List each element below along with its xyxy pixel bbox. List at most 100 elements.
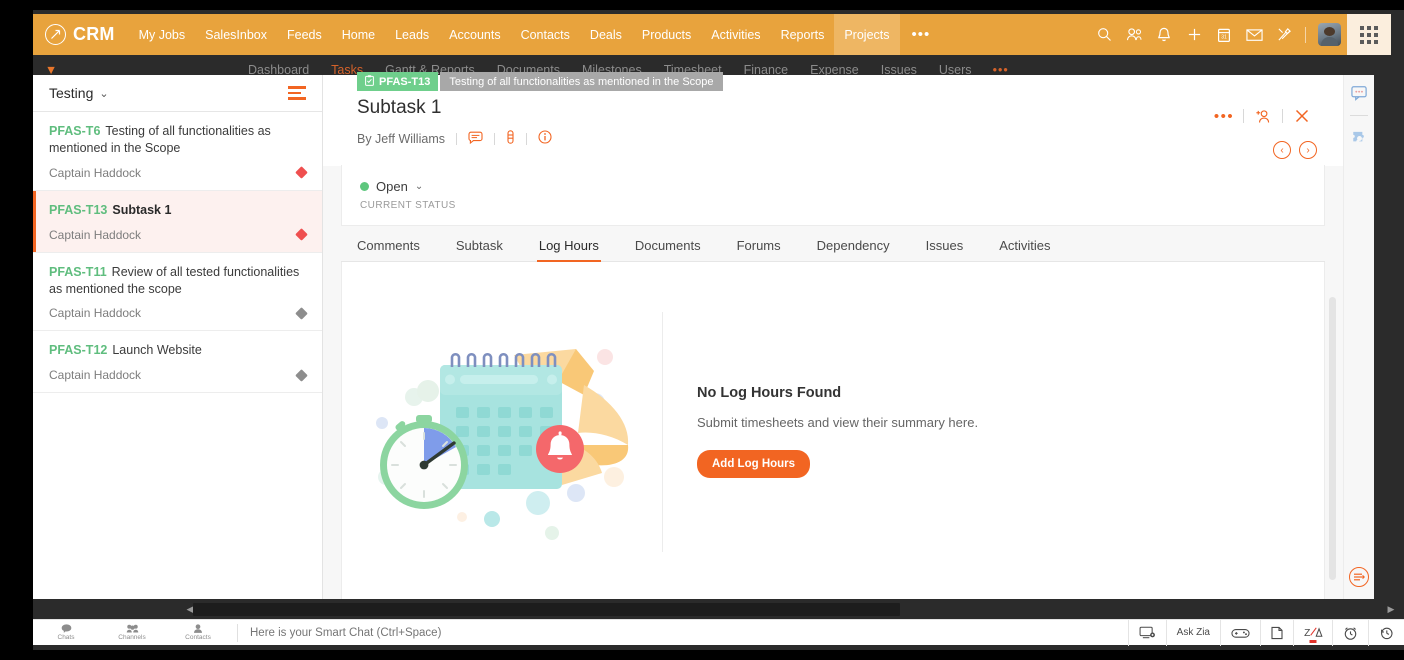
topnav-item-feeds[interactable]: Feeds bbox=[277, 14, 332, 55]
status-row[interactable]: Open ⌄ bbox=[360, 179, 1324, 194]
task-key: PFAS-T13 bbox=[49, 202, 108, 217]
user-avatar[interactable] bbox=[1318, 23, 1341, 46]
calendar-timer-hourglass-illustration bbox=[362, 327, 652, 540]
bell-icon[interactable] bbox=[1149, 14, 1179, 55]
app-grid-icon[interactable] bbox=[1347, 14, 1391, 55]
topnav-item-activities[interactable]: Activities bbox=[701, 14, 770, 55]
breadcrumb-id-chip[interactable]: PFAS-T13 bbox=[357, 72, 439, 91]
task-list-title-group[interactable]: Testing ⌄ bbox=[49, 85, 109, 101]
divider bbox=[237, 623, 238, 642]
top-navigation: CRM My Jobs SalesInbox Feeds Home Leads … bbox=[33, 14, 1391, 55]
divider bbox=[662, 311, 663, 552]
divider bbox=[1243, 109, 1244, 123]
chevron-down-icon: ⌄ bbox=[414, 181, 424, 192]
topnav-item-contacts[interactable]: Contacts bbox=[511, 14, 580, 55]
chat-tab-label: Contacts bbox=[185, 634, 211, 641]
task-key: PFAS-T12 bbox=[49, 343, 108, 358]
chat-tab-contacts[interactable]: Contacts bbox=[165, 620, 231, 646]
task-meta: Captain Haddock bbox=[49, 368, 308, 382]
topnav-item-projects[interactable]: Projects bbox=[834, 14, 900, 55]
zia-logo-icon[interactable]: Z bbox=[1293, 619, 1332, 646]
history-clock-icon[interactable] bbox=[1368, 619, 1404, 646]
task-key: PFAS-T11 bbox=[49, 264, 107, 279]
alarm-clock-icon[interactable] bbox=[1332, 619, 1368, 646]
task-list-item-pfas-t11[interactable]: PFAS-T11 Review of all tested functionali… bbox=[33, 253, 322, 332]
mail-icon[interactable] bbox=[1239, 14, 1269, 55]
chat-tab-channels[interactable]: Channels bbox=[99, 620, 165, 646]
brand[interactable]: CRM bbox=[33, 24, 129, 45]
puzzle-extension-icon[interactable] bbox=[1344, 120, 1374, 156]
status-dot-icon bbox=[360, 182, 369, 191]
assign-user-icon[interactable] bbox=[1250, 105, 1276, 127]
plus-icon[interactable] bbox=[1179, 14, 1209, 55]
topnav-item-home[interactable]: Home bbox=[332, 14, 385, 55]
add-log-hours-button[interactable]: Add Log Hours bbox=[697, 450, 811, 478]
filter-icon[interactable] bbox=[288, 86, 306, 100]
empty-state-text: No Log Hours Found Submit timesheets and… bbox=[697, 385, 978, 478]
tools-icon[interactable] bbox=[1269, 14, 1299, 55]
close-icon[interactable] bbox=[1289, 105, 1315, 127]
chat-bubble-icon[interactable] bbox=[1344, 75, 1374, 111]
scroll-right-arrow[interactable]: ▶ bbox=[1384, 604, 1398, 615]
divider bbox=[455, 132, 457, 145]
search-icon[interactable] bbox=[1089, 14, 1119, 55]
previous-record-button[interactable]: ‹ bbox=[1273, 141, 1291, 159]
tab-dependency[interactable]: Dependency bbox=[799, 238, 908, 261]
scroll-thumb[interactable] bbox=[193, 602, 900, 616]
tab-comments[interactable]: Comments bbox=[341, 238, 438, 261]
chat-tab-chats[interactable]: Chats bbox=[33, 620, 99, 646]
task-list-item-pfas-t12[interactable]: PFAS-T12 Launch Website Captain Haddock bbox=[33, 331, 322, 394]
tab-forums[interactable]: Forums bbox=[719, 238, 799, 261]
topnav-item-leads[interactable]: Leads bbox=[385, 14, 439, 55]
notes-icon[interactable] bbox=[1260, 619, 1293, 646]
search-input[interactable] bbox=[244, 626, 1128, 639]
game-controller-icon[interactable] bbox=[1220, 619, 1260, 646]
task-list-header: Testing ⌄ bbox=[33, 75, 322, 112]
divider bbox=[525, 132, 527, 145]
top-nav-utilities: 31 bbox=[1089, 14, 1391, 55]
comment-icon[interactable] bbox=[468, 131, 483, 147]
topnav-item-deals[interactable]: Deals bbox=[580, 14, 632, 55]
task-list-item-pfas-t13[interactable]: PFAS-T13 Subtask 1 Captain Haddock bbox=[33, 190, 322, 253]
chat-icon bbox=[61, 624, 71, 633]
tab-subtask[interactable]: Subtask bbox=[438, 238, 521, 261]
app-grid-dots bbox=[1360, 25, 1378, 44]
app-horizontal-scrollbar[interactable]: ◀ ▶ bbox=[33, 599, 1404, 619]
topnav-item-accounts[interactable]: Accounts bbox=[439, 14, 510, 55]
detail-vertical-scrollbar[interactable] bbox=[1329, 297, 1336, 580]
topnav-item-reports[interactable]: Reports bbox=[771, 14, 835, 55]
priority-high-icon bbox=[295, 166, 308, 180]
zoho-circle-icon bbox=[45, 24, 66, 45]
users-icon[interactable] bbox=[1119, 14, 1149, 55]
tab-issues[interactable]: Issues bbox=[908, 238, 982, 261]
breadcrumb: PFAS-T13 Testing of all functionalities … bbox=[357, 72, 723, 91]
calendar-icon[interactable]: 31 bbox=[1209, 14, 1239, 55]
breadcrumb-id-label: PFAS-T13 bbox=[379, 75, 431, 88]
collapse-panel-icon[interactable] bbox=[1349, 567, 1369, 587]
tab-documents[interactable]: Documents bbox=[617, 238, 719, 261]
tab-activities[interactable]: Activities bbox=[981, 238, 1068, 261]
divider bbox=[493, 132, 495, 145]
toolbar-divider bbox=[1305, 26, 1306, 43]
attachment-icon[interactable] bbox=[506, 130, 515, 147]
task-key: PFAS-T6 bbox=[49, 124, 101, 138]
tab-log-hours[interactable]: Log Hours bbox=[521, 238, 617, 262]
clipboard-icon bbox=[365, 74, 374, 89]
info-icon[interactable] bbox=[538, 130, 552, 147]
topnav-item-products[interactable]: Products bbox=[632, 14, 701, 55]
more-options-icon[interactable]: ••• bbox=[1211, 105, 1237, 127]
next-record-button[interactable]: › bbox=[1299, 141, 1317, 159]
task-list-item-pfas-t6[interactable]: PFAS-T6 Testing of all functionalities as… bbox=[33, 112, 322, 191]
chatbar-utilities: Ask Zia Z bbox=[1127, 619, 1404, 646]
detail-tabs: Comments Subtask Log Hours Documents For… bbox=[341, 238, 1325, 262]
priority-low-icon bbox=[295, 368, 308, 382]
log-hours-empty-state: No Log Hours Found Submit timesheets and… bbox=[341, 262, 1325, 599]
topnav-more-button[interactable]: ••• bbox=[900, 14, 943, 55]
topnav-item-salesinbox[interactable]: SalesInbox bbox=[195, 14, 277, 55]
screen-share-icon[interactable] bbox=[1127, 619, 1166, 646]
breadcrumb-title-chip[interactable]: Testing of all functionalities as mentio… bbox=[440, 72, 723, 91]
ask-zia-button[interactable]: Ask Zia bbox=[1165, 619, 1220, 646]
task-title: Subtask 1 bbox=[112, 202, 172, 217]
task-title: Launch Website bbox=[112, 343, 202, 358]
topnav-item-my-jobs[interactable]: My Jobs bbox=[129, 14, 196, 55]
